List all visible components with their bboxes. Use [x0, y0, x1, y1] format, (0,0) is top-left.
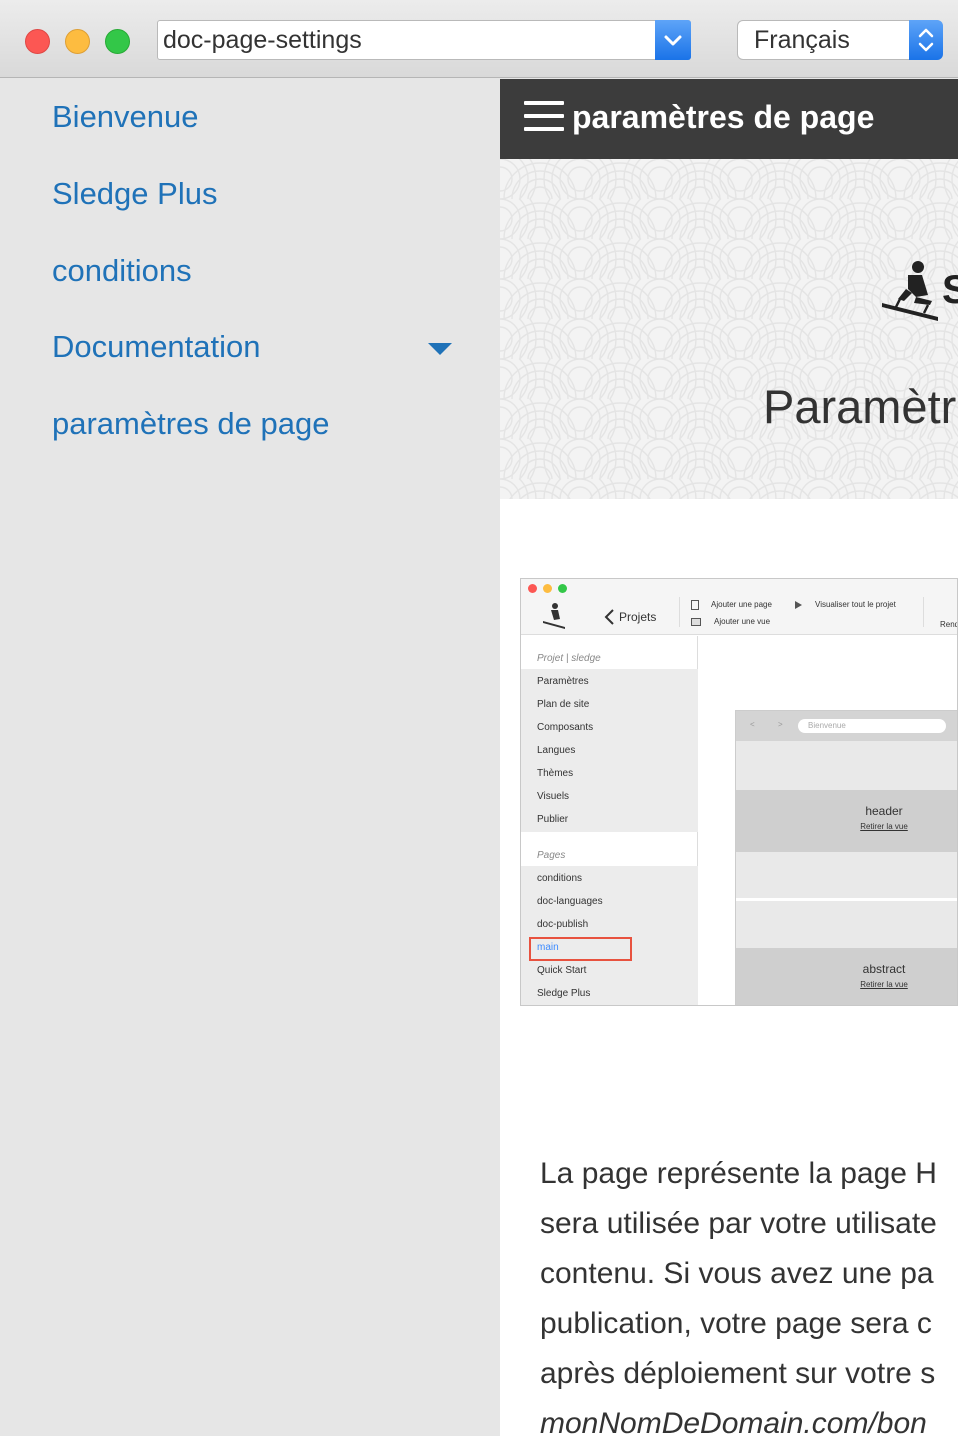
- preview-url-field: Bienvenue: [798, 719, 946, 733]
- page-select-value: doc-page-settings: [163, 26, 362, 54]
- app-screenshot-image: Projets Ajouter une page Ajouter une vue…: [520, 578, 958, 1006]
- paragraph-line: contenu. Si vous avez une pa: [540, 1257, 934, 1290]
- sidebar-item-documentation[interactable]: Documentation: [52, 329, 261, 365]
- description-paragraph: La page représente la page H sera utilis…: [540, 1149, 958, 1436]
- language-select-button[interactable]: [909, 20, 943, 60]
- sledge-small-icon: [543, 603, 565, 629]
- hero-banner: S Paramètr: [500, 159, 958, 499]
- language-select-value: Français: [754, 26, 850, 54]
- window-titlebar: doc-page-settings Français: [0, 0, 958, 78]
- pages-heading: Pages: [537, 850, 566, 861]
- sidebar-item-conditions[interactable]: conditions: [52, 253, 192, 289]
- chevron-down-icon: [664, 35, 682, 46]
- paragraph-line: après déploiement sur votre s: [540, 1357, 936, 1390]
- paragraph-line: sera utilisée par votre utilisate: [540, 1207, 937, 1240]
- header-view-block: header Retirer la vue: [736, 790, 957, 852]
- paragraph-line: La page représente la page H: [540, 1157, 937, 1190]
- back-projects-label: Projets: [619, 610, 657, 624]
- project-item: Langues: [537, 745, 576, 756]
- project-item: Paramètres: [537, 676, 589, 687]
- page-item: doc-languages: [537, 896, 603, 907]
- page-preview-mock: < > Bienvenue header Retirer la vue abst…: [735, 710, 957, 1005]
- header-view-label: header: [865, 804, 903, 818]
- page-item: conditions: [537, 873, 583, 884]
- project-heading: Projet | sledge: [537, 653, 601, 664]
- project-item: Plan de site: [537, 699, 590, 710]
- view-icon: [691, 618, 701, 626]
- hero-title: Paramètr: [763, 380, 957, 433]
- remove-header-view-link: Retirer la vue: [860, 822, 908, 831]
- project-item: Composants: [537, 722, 594, 733]
- preview-browser-bar: < > Bienvenue: [736, 711, 957, 741]
- caret-down-icon[interactable]: [428, 343, 452, 355]
- play-icon: [795, 601, 802, 609]
- project-item: Visuels: [537, 791, 570, 802]
- hamburger-menu-icon[interactable]: [524, 101, 564, 133]
- minimize-window-button[interactable]: [65, 29, 90, 54]
- domain-url-text: monNomDeDomain.com/bon: [540, 1407, 927, 1436]
- remove-abstract-view-link: Retirer la vue: [860, 980, 908, 989]
- project-item: Publier: [537, 814, 569, 825]
- page-title: paramètres de page: [572, 99, 875, 135]
- page-item-main: main: [537, 942, 559, 953]
- page-doc-icon: [691, 600, 699, 610]
- sidebar-item-bienvenue[interactable]: Bienvenue: [52, 99, 199, 135]
- chevron-left-icon: [604, 609, 614, 625]
- screenshot-sidebar: Projet | sledge Paramètres Plan de site …: [521, 636, 698, 1005]
- pages-group: [521, 866, 698, 1005]
- zoom-window-button[interactable]: [105, 29, 130, 54]
- page-select-button[interactable]: [655, 20, 691, 60]
- page-item: Sledge Plus: [537, 988, 591, 999]
- language-select[interactable]: Français: [737, 20, 943, 60]
- page-select[interactable]: doc-page-settings: [157, 20, 691, 60]
- page-item: Quick Start: [537, 965, 587, 976]
- sledge-logo-icon: S: [882, 261, 958, 321]
- abstract-view-block: abstract Retirer la vue: [736, 948, 957, 1005]
- screenshot-toolbar: Projets Ajouter une page Ajouter une vue…: [521, 579, 957, 635]
- project-item: Thèmes: [537, 768, 574, 779]
- up-down-chevron-icon: [918, 28, 934, 52]
- page-item: doc-publish: [537, 919, 589, 930]
- add-page-label: Ajouter une page: [711, 600, 772, 609]
- abstract-view-label: abstract: [862, 962, 906, 976]
- logo-letter: S: [942, 268, 958, 312]
- render-label: Rend: [940, 620, 958, 629]
- add-view-label: Ajouter une vue: [714, 617, 771, 626]
- main-content: paramètres de page S Paramètr Projets Aj…: [500, 79, 958, 1436]
- sidebar-item-sledge-plus[interactable]: Sledge Plus: [52, 176, 217, 212]
- close-window-button[interactable]: [25, 29, 50, 54]
- wave-pattern-background: [500, 159, 958, 499]
- top-bar: paramètres de page: [500, 79, 958, 159]
- paragraph-line: publication, votre page sera c: [540, 1307, 932, 1340]
- sidebar: Bienvenue Sledge Plus conditions Documen…: [0, 79, 500, 1436]
- sidebar-item-parametres-de-page[interactable]: paramètres de page: [52, 406, 329, 442]
- view-all-label: Visualiser tout le projet: [815, 600, 896, 609]
